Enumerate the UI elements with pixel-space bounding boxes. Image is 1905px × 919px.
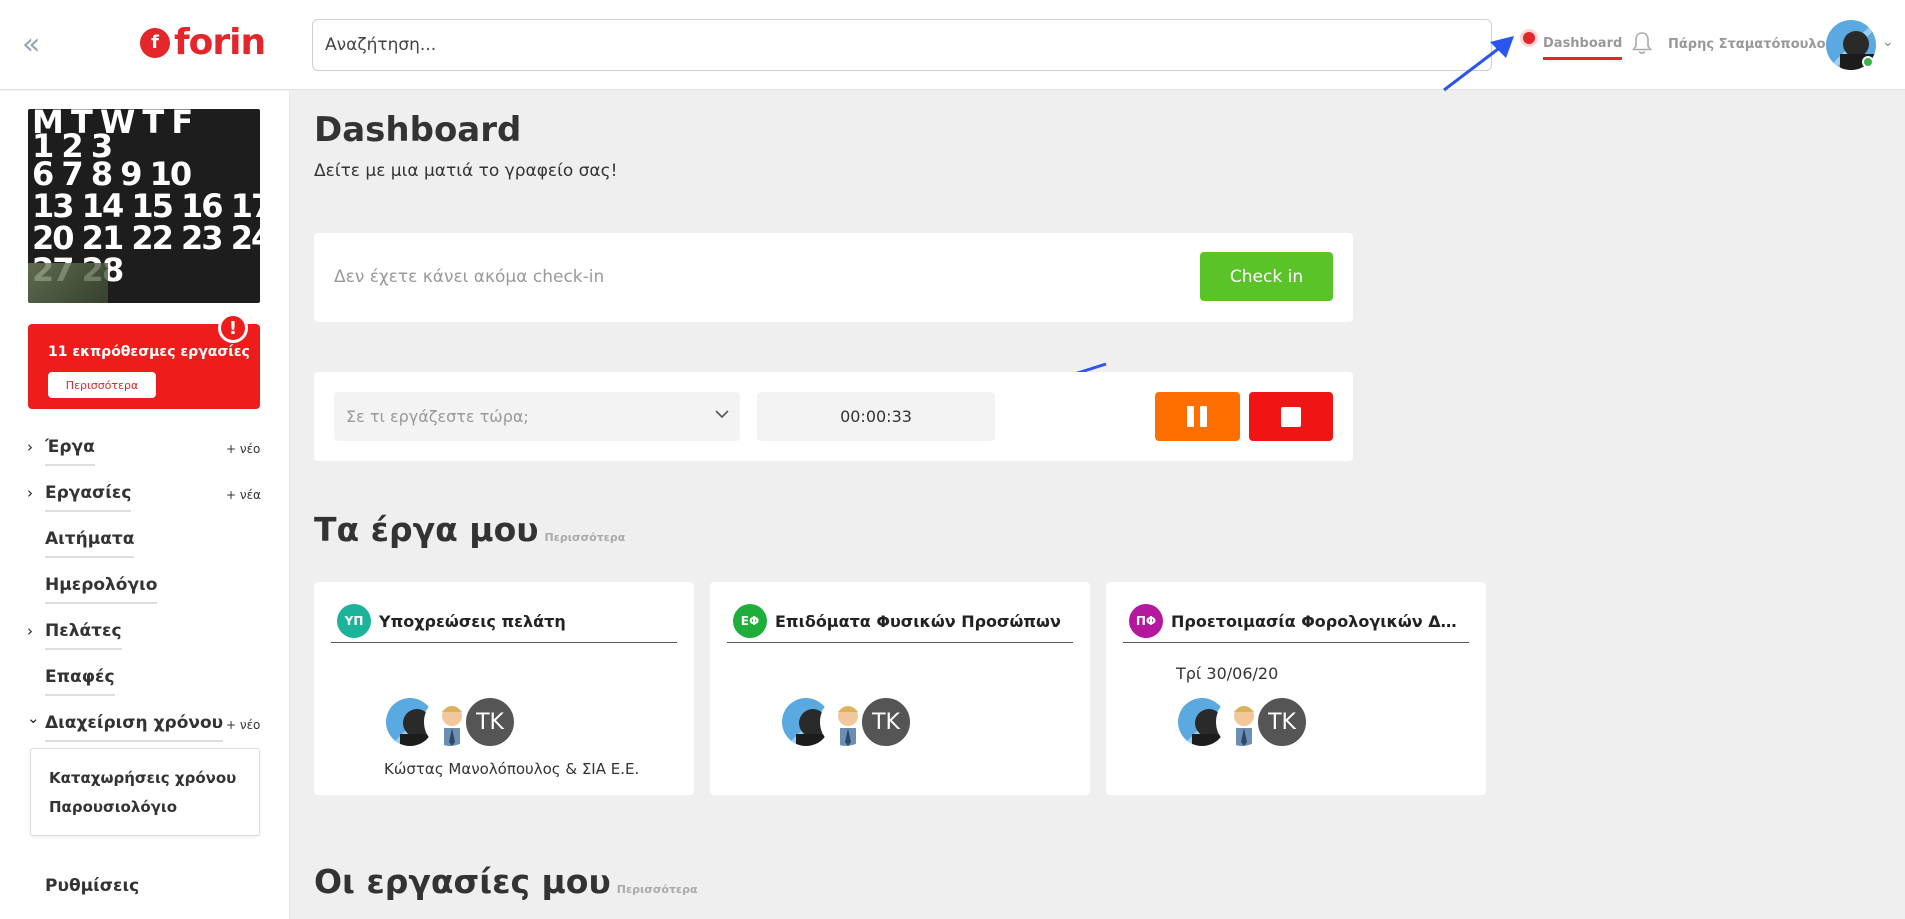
tasks-section-title: Οι εργασίες μου Περισσότερα xyxy=(314,862,698,901)
sidebar-item-clients[interactable]: › Πελάτες xyxy=(0,613,289,659)
project-card-header: ΕΦ Επιδόματα Φυσικών Προσώπων xyxy=(727,604,1073,643)
pause-icon xyxy=(1187,406,1194,427)
page-title: Dashboard xyxy=(314,110,522,150)
sidebar-item-projects[interactable]: › Έργα + νέο xyxy=(0,429,289,475)
member-avatar-initials: TK xyxy=(1256,696,1308,748)
submenu-item-attendance[interactable]: Παρουσιολόγιο xyxy=(49,798,177,816)
nav-dashboard-link[interactable]: Dashboard xyxy=(1543,36,1623,60)
project-card-header: ΠΦ Προετοιμασία Φορολογικών Δηλώσεων xyxy=(1123,604,1469,643)
sidebar-item-label: Έργα xyxy=(45,437,95,466)
sidebar-item-time-management[interactable]: ⌄ Διαχείριση χρόνου + νέο xyxy=(0,705,289,751)
sidebar-item-label: Ημερολόγιο xyxy=(45,575,158,604)
project-title: Προετοιμασία Φορολογικών Δηλώσεων xyxy=(1171,612,1466,631)
sidebar-item-label: Ρυθμίσεις xyxy=(45,876,140,896)
sidebar-item-requests[interactable]: Αιτήματα xyxy=(0,521,289,567)
project-members: TK xyxy=(780,696,960,748)
sidebar-menu: › Έργα + νέο › Εργασίες + νέα Αιτήματα Η… xyxy=(0,429,289,751)
add-project-link[interactable]: + νέο xyxy=(226,442,260,456)
annotation-arrow-top xyxy=(1443,36,1514,92)
project-title: Επιδόματα Φυσικών Προσώπων xyxy=(775,612,1061,631)
project-badge: ΠΦ xyxy=(1129,604,1163,638)
chevron-down-icon: ⌄ xyxy=(27,709,40,727)
project-card[interactable]: ΥΠ Υποχρεώσεις πελάτη TK Κώστας Μανολόπο… xyxy=(314,582,694,795)
chevron-right-icon: › xyxy=(27,484,33,502)
project-card[interactable]: ΠΦ Προετοιμασία Φορολογικών Δηλώσεων Τρί… xyxy=(1106,582,1486,795)
double-chevron-left-icon[interactable]: « xyxy=(22,30,40,60)
project-members: TK xyxy=(384,696,564,748)
member-avatar-initials: TK xyxy=(860,696,912,748)
sidebar-item-label: Επαφές xyxy=(45,667,115,696)
online-status-dot xyxy=(1862,56,1874,68)
sidebar-item-contacts[interactable]: Επαφές xyxy=(0,659,289,705)
checkin-status-text: Δεν έχετε κάνει ακόμα check-in xyxy=(334,267,605,287)
sidebar-item-calendar[interactable]: Ημερολόγιο xyxy=(0,567,289,613)
sidebar-item-settings[interactable]: Ρυθμίσεις xyxy=(0,868,289,914)
stop-icon xyxy=(1281,407,1301,427)
project-card-header: ΥΠ Υποχρεώσεις πελάτη xyxy=(331,604,677,643)
alert-icon: ! xyxy=(218,313,248,343)
top-bar: « f forin Dashboard Πάρης Σταματόπουλος … xyxy=(0,0,1905,90)
page-subtitle: Δείτε με μια ματιά το γραφείο σας! xyxy=(314,161,618,181)
project-badge: ΕΦ xyxy=(733,604,767,638)
stop-button[interactable] xyxy=(1249,392,1333,441)
sidebar-item-label: Πελάτες xyxy=(45,621,122,650)
sidebar: M T W T F 1 2 3 6 7 8 9 10 13 14 15 16 1… xyxy=(0,91,290,919)
logo[interactable]: f forin xyxy=(140,22,266,63)
notification-dot xyxy=(1523,32,1535,44)
add-time-entry-link[interactable]: + νέο xyxy=(226,718,260,732)
bell-icon[interactable] xyxy=(1630,30,1654,56)
projects-section-title: Τα έργα μου Περισσότερα xyxy=(314,510,625,549)
task-select[interactable]: Σε τι εργάζεστε τώρα; xyxy=(334,392,740,441)
sidebar-item-label: Αιτήματα xyxy=(45,529,135,558)
tasks-more-link[interactable]: Περισσότερα xyxy=(617,883,698,896)
chevron-right-icon: › xyxy=(27,622,33,640)
overdue-more-button[interactable]: Περισσότερα xyxy=(48,372,156,398)
task-select-placeholder: Σε τι εργάζεστε τώρα; xyxy=(346,407,529,426)
project-members: TK xyxy=(1176,696,1356,748)
chevron-right-icon: › xyxy=(27,438,33,456)
timer-card: Σε τι εργάζεστε τώρα; 00:00:33 xyxy=(314,372,1353,461)
add-task-link[interactable]: + νέα xyxy=(226,488,261,502)
plant-decoration xyxy=(28,263,108,303)
calendar-image: M T W T F 1 2 3 6 7 8 9 10 13 14 15 16 1… xyxy=(28,109,260,303)
projects-section-heading: Τα έργα μου xyxy=(314,510,539,549)
pause-button[interactable] xyxy=(1155,392,1240,441)
submenu-item-time-entries[interactable]: Καταχωρήσεις χρόνου xyxy=(49,769,236,787)
chevron-down-icon xyxy=(715,410,729,419)
projects-more-link[interactable]: Περισσότερα xyxy=(545,531,626,544)
timer-display: 00:00:33 xyxy=(757,392,995,441)
logo-mark: f xyxy=(140,27,170,58)
overdue-tasks-text: 11 εκπρόθεσμες εργασίες xyxy=(48,344,250,360)
sidebar-item-label: Διαχείριση χρόνου xyxy=(45,713,224,742)
project-card[interactable]: ΕΦ Επιδόματα Φυσικών Προσώπων TK xyxy=(710,582,1090,795)
sidebar-item-label: Εργασίες xyxy=(45,483,132,512)
project-title: Υποχρεώσεις πελάτη xyxy=(379,612,566,631)
project-client: Κώστας Μανολόπουλος & ΣΙΑ Ε.Ε. xyxy=(384,760,640,778)
project-badge: ΥΠ xyxy=(337,604,371,638)
check-in-button[interactable]: Check in xyxy=(1200,252,1333,301)
checkin-card: Δεν έχετε κάνει ακόμα check-in Check in xyxy=(314,233,1353,322)
pause-icon xyxy=(1200,406,1207,427)
search-input[interactable] xyxy=(312,19,1492,71)
user-name[interactable]: Πάρης Σταματόπουλος xyxy=(1668,37,1833,52)
chevron-down-icon[interactable]: ⌄ xyxy=(1882,34,1894,50)
logo-text: forin xyxy=(174,22,266,63)
tasks-section-heading: Οι εργασίες μου xyxy=(314,862,611,901)
sidebar-item-tasks[interactable]: › Εργασίες + νέα xyxy=(0,475,289,521)
project-due-date: Τρί 30/06/20 xyxy=(1176,664,1279,683)
time-management-submenu: Καταχωρήσεις χρόνου Παρουσιολόγιο xyxy=(30,748,260,836)
member-avatar-initials: TK xyxy=(464,696,516,748)
